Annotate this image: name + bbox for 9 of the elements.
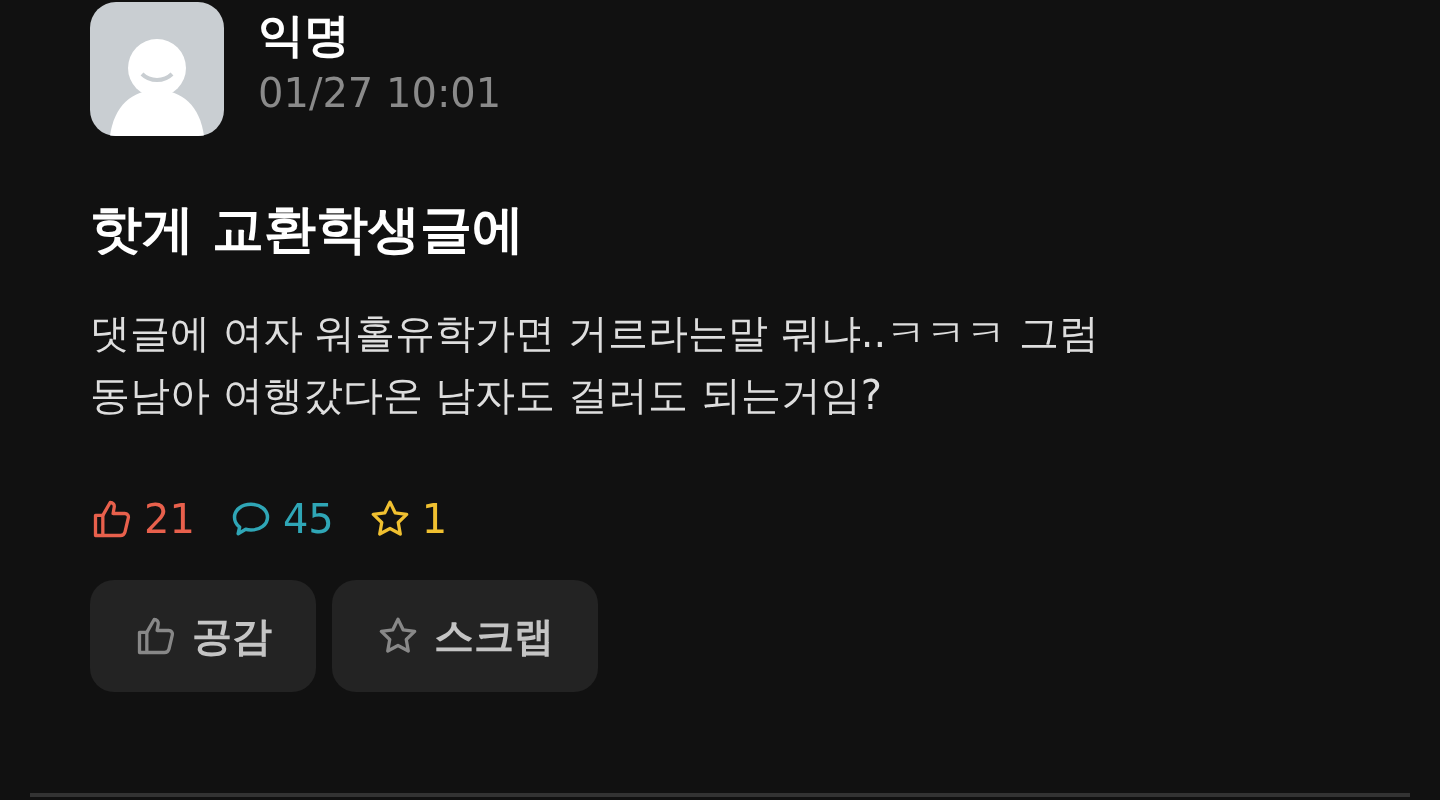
author-name: 익명 — [258, 10, 351, 61]
scrap-button[interactable]: 스크랩 — [332, 580, 598, 693]
like-button[interactable]: 공감 — [90, 580, 316, 693]
stat-count: 45 — [282, 496, 334, 543]
post-time: 01/27 10:01 — [258, 70, 502, 115]
stat-count: 21 — [144, 496, 195, 543]
post-body: 댓글에 여자 워홀유학가면 거르라는말 뭐냐..ㅋㅋㅋ 그럼 동남아 여행갔다온 남자도 걸러도 되는거임? — [90, 309, 1100, 421]
stat-count: 1 — [421, 496, 448, 543]
post-title: 핫게 교환학생글에 — [90, 198, 526, 261]
